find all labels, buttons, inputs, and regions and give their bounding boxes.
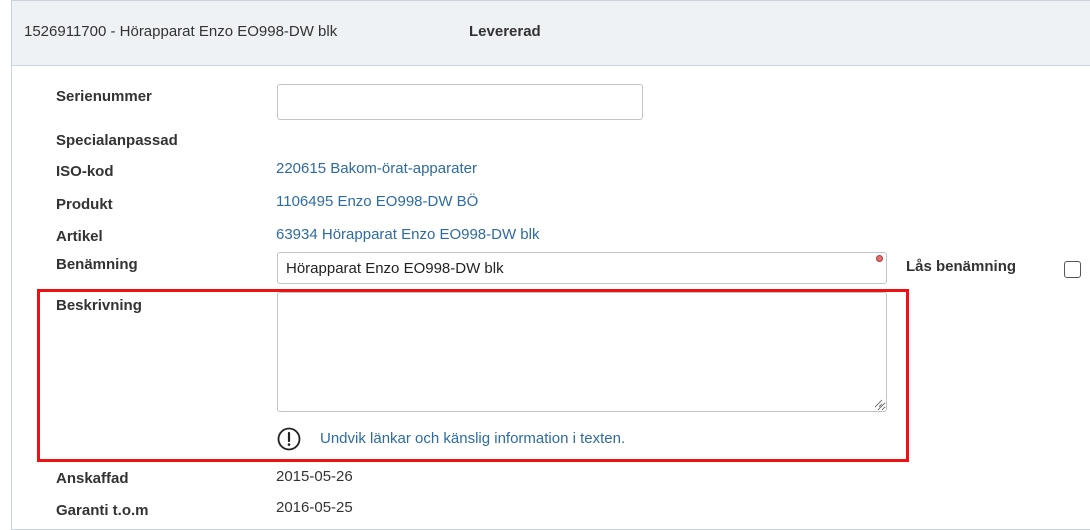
required-dot-icon bbox=[876, 255, 883, 262]
benamning-input[interactable] bbox=[277, 252, 887, 284]
lock-benamning-checkbox[interactable] bbox=[1064, 261, 1081, 278]
panel-header: 1526911700 - Hörapparat Enzo EO998-DW bl… bbox=[12, 1, 1090, 66]
anskaffad-value: 2015-05-26 bbox=[276, 468, 353, 485]
beskrivning-label: Beskrivning bbox=[56, 297, 142, 314]
artikel-label: Artikel bbox=[56, 228, 103, 245]
iso-kod-label: ISO-kod bbox=[56, 163, 114, 180]
anskaffad-label: Anskaffad bbox=[56, 470, 129, 487]
lock-benamning-label: Lås benämning bbox=[906, 258, 1017, 275]
specialanpassad-label: Specialanpassad bbox=[56, 132, 178, 149]
serienummer-input[interactable] bbox=[277, 84, 643, 120]
produkt-link[interactable]: 1106495 Enzo EO998-DW BÖ bbox=[276, 193, 478, 210]
beskrivning-textarea[interactable] bbox=[277, 292, 887, 412]
item-title: 1526911700 - Hörapparat Enzo EO998-DW bl… bbox=[24, 23, 338, 40]
warning-text: Undvik länkar och känslig information i … bbox=[320, 430, 626, 447]
produkt-label: Produkt bbox=[56, 196, 113, 213]
resize-grip-icon[interactable] bbox=[873, 398, 883, 408]
benamning-label: Benämning bbox=[56, 256, 138, 273]
iso-kod-link[interactable]: 220615 Bakom-örat-apparater bbox=[276, 160, 477, 177]
garanti-label: Garanti t.o.m bbox=[56, 502, 149, 519]
status-label: Levererad bbox=[469, 23, 541, 40]
serienummer-label: Serienummer bbox=[56, 88, 152, 105]
artikel-link[interactable]: 63934 Hörapparat Enzo EO998-DW blk bbox=[276, 226, 539, 243]
garanti-value: 2016-05-25 bbox=[276, 499, 353, 516]
exclamation-circle-icon bbox=[277, 427, 301, 451]
